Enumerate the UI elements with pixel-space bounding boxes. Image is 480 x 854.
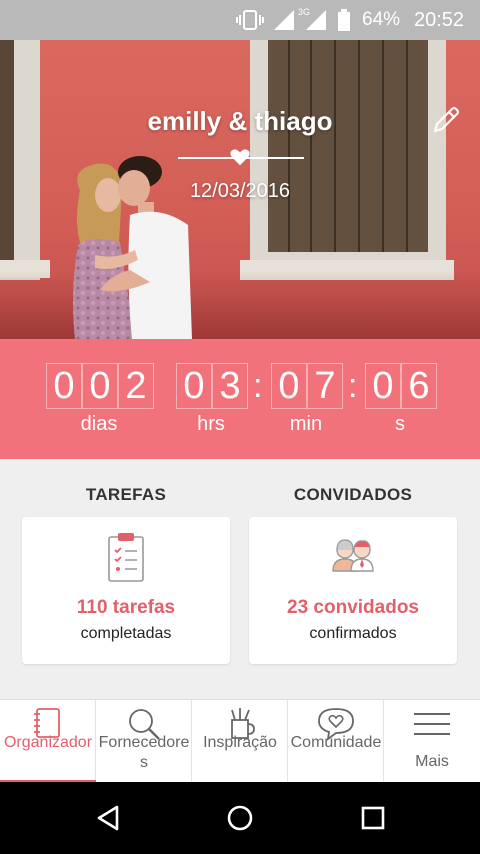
minutes-seconds-separator: : <box>348 367 358 405</box>
nav-mais-label: Mais <box>415 753 449 770</box>
days-digit-2: 0 <box>82 363 118 409</box>
minutes-digit-1: 0 <box>271 363 307 409</box>
hours-digit-1: 0 <box>176 363 212 409</box>
signal-3g-icon <box>306 10 326 30</box>
guests-icon <box>332 539 374 572</box>
back-icon[interactable] <box>94 804 122 832</box>
wedding-date: 12/03/2016 <box>189 180 291 202</box>
system-navigation-bar <box>0 782 480 854</box>
home-icon[interactable] <box>226 804 254 832</box>
days-label: dias <box>80 413 118 435</box>
seconds-digit-2: 6 <box>401 363 437 409</box>
seconds-label: s <box>395 413 405 435</box>
nav-inspiracao-label: Inspiração <box>203 734 277 751</box>
pencil-icon[interactable] <box>430 104 462 136</box>
hero-cover-photo: emilly & thiago 12/03/2016 <box>0 40 480 339</box>
nav-mais[interactable]: Mais <box>384 700 480 783</box>
guests-card[interactable]: 23 convidados confirmados <box>249 517 457 664</box>
tasks-section-title: TAREFAS <box>85 485 167 504</box>
left-window-shutter <box>0 40 14 265</box>
hours-minutes-separator: : <box>253 367 263 405</box>
status-bar: 3G 64% 20:52 <box>0 0 480 40</box>
battery-percent: 64% <box>362 9 401 30</box>
heart-icon <box>230 149 250 166</box>
nav-fornecedores[interactable]: Fornecedores <box>96 700 192 783</box>
vibrate-icon <box>236 10 264 30</box>
hours-label: hrs <box>197 413 225 435</box>
clipboard-checklist-icon <box>108 533 144 582</box>
right-window-shutter <box>268 40 428 252</box>
hours-digit-2: 3 <box>212 363 248 409</box>
couple-names: emilly & thiago <box>147 106 333 136</box>
tasks-card[interactable]: 110 tarefas completadas <box>22 517 230 664</box>
couple-photo <box>73 156 192 339</box>
nav-comunidade[interactable]: Comunidade <box>288 700 384 783</box>
nav-organizador-label: Organizador <box>3 734 93 751</box>
guests-section-title: CONVIDADOS <box>293 485 413 504</box>
battery-icon <box>338 9 350 31</box>
guests-status: confirmados <box>309 625 397 642</box>
minutes-digit-2: 7 <box>307 363 343 409</box>
nav-comunidade-label: Comunidade <box>290 734 382 751</box>
nav-organizador[interactable]: Organizador <box>0 700 96 783</box>
minutes-label: min <box>289 413 323 435</box>
menu-icon <box>414 713 450 735</box>
tasks-status: completadas <box>80 625 172 642</box>
nav-fornecedores-label: Fornecedores <box>98 734 190 771</box>
clock: 20:52 <box>414 8 465 31</box>
days-digit-1: 0 <box>46 363 82 409</box>
summary-section: TAREFAS CONVIDADOS 110 tarefas completad… <box>0 459 480 699</box>
wedding-countdown: 0 0 2 0 3 : 0 7 : 0 6 dias hrs min s <box>0 339 480 459</box>
recents-icon[interactable] <box>360 805 386 831</box>
tasks-count: 110 tarefas <box>76 597 176 618</box>
guests-count: 23 convidados <box>287 597 419 618</box>
bottom-navigation: Organizador Fornecedores Inspiração Comu… <box>0 699 480 783</box>
nav-inspiracao[interactable]: Inspiração <box>192 700 288 783</box>
seconds-digit-1: 0 <box>365 363 401 409</box>
signal-icon <box>274 10 294 30</box>
days-digit-3: 2 <box>118 363 154 409</box>
